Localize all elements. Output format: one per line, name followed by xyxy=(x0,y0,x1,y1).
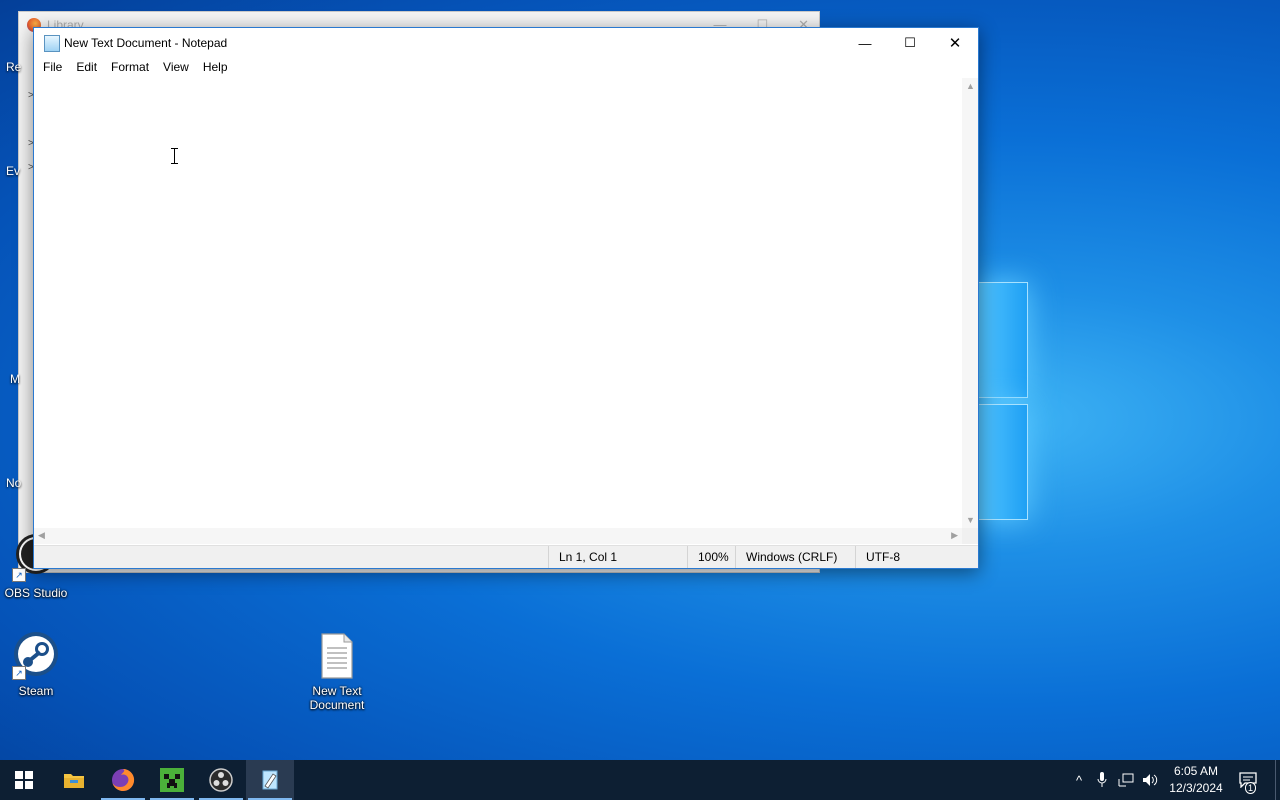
scroll-left-arrow-icon[interactable]: ◀ xyxy=(38,530,45,541)
text-editor-area[interactable] xyxy=(34,78,962,528)
scrollbar-corner xyxy=(962,528,978,544)
desktop-icon-label-clipped[interactable]: Re xyxy=(6,60,21,74)
show-desktop-button[interactable] xyxy=(1275,760,1280,800)
taskbar-file-explorer[interactable] xyxy=(50,760,98,800)
clock[interactable]: 6:05 AM 12/3/2024 xyxy=(1163,760,1229,800)
window-title: New Text Document - Notepad xyxy=(64,36,228,50)
menu-help[interactable]: Help xyxy=(196,58,235,78)
desktop-icon-new-text-document[interactable]: New Text Document xyxy=(299,632,375,712)
scroll-down-arrow-icon[interactable]: ▼ xyxy=(966,515,975,525)
status-line-ending: Windows (CRLF) xyxy=(735,546,837,568)
desktop-icon-label: OBS Studio xyxy=(4,586,68,600)
scroll-up-arrow-icon[interactable]: ▲ xyxy=(966,81,975,91)
taskbar-notepad[interactable] xyxy=(246,760,294,800)
taskbar-firefox[interactable] xyxy=(99,760,147,800)
desktop-icon-label: Steam xyxy=(18,684,54,698)
action-center-button[interactable]: 1 xyxy=(1232,760,1264,800)
start-icon xyxy=(15,771,33,789)
notepad-titlebar[interactable]: New Text Document - Notepad — ☐ ✕ xyxy=(34,28,978,58)
taskbar-minecraft[interactable] xyxy=(148,760,196,800)
desktop-icon-label-clipped[interactable]: Ev xyxy=(6,164,20,178)
menu-view[interactable]: View xyxy=(156,58,196,78)
notepad-icon xyxy=(262,770,278,790)
menu-edit[interactable]: Edit xyxy=(69,58,104,78)
maximize-button[interactable]: ☐ xyxy=(887,28,933,58)
start-button[interactable] xyxy=(0,760,48,800)
clock-time: 6:05 AM xyxy=(1173,764,1219,778)
desktop-icon-label-clipped[interactable]: M xyxy=(10,372,20,386)
text-file-icon xyxy=(313,632,361,680)
menu-file[interactable]: File xyxy=(36,58,69,78)
notepad-window[interactable]: New Text Document - Notepad — ☐ ✕ File E… xyxy=(33,27,979,569)
status-bar: Ln 1, Col 1 100% Windows (CRLF) UTF-8 xyxy=(34,545,978,568)
shortcut-arrow-icon: ↗ xyxy=(12,666,26,680)
clock-date: 12/3/2024 xyxy=(1169,781,1223,795)
status-cursor-position: Ln 1, Col 1 xyxy=(548,546,617,568)
notepad-icon xyxy=(44,35,60,52)
vertical-scrollbar[interactable]: ▲ ▼ xyxy=(962,78,978,528)
scroll-right-arrow-icon[interactable]: ▶ xyxy=(951,530,958,541)
network-icon[interactable] xyxy=(1115,760,1137,800)
desktop-icon-steam[interactable]: ↗ Steam xyxy=(0,632,74,698)
menu-bar: File Edit Format View Help xyxy=(34,58,978,79)
notification-count-badge: 1 xyxy=(1244,782,1256,794)
obs-icon xyxy=(209,768,233,792)
desktop-icon-label: New Text Document xyxy=(309,684,365,712)
windows-logo-wallpaper xyxy=(978,282,1028,520)
minecraft-icon xyxy=(160,768,184,792)
minimize-button[interactable]: — xyxy=(842,28,888,58)
steam-icon: ↗ xyxy=(12,632,60,680)
taskbar: ^ 6:05 AM 12/3/2024 1 xyxy=(0,760,1280,800)
file-explorer-icon xyxy=(64,774,84,788)
firefox-icon xyxy=(112,768,135,791)
horizontal-scrollbar[interactable]: ◀ ▶ xyxy=(34,528,962,544)
microphone-icon[interactable] xyxy=(1092,760,1112,800)
desktop-icon-label-clipped[interactable]: No xyxy=(6,476,21,490)
menu-format[interactable]: Format xyxy=(104,58,156,78)
shortcut-arrow-icon: ↗ xyxy=(12,568,26,582)
volume-icon[interactable] xyxy=(1139,760,1161,800)
status-encoding: UTF-8 xyxy=(855,546,900,568)
show-hidden-icons-button[interactable]: ^ xyxy=(1068,760,1090,800)
chevron-up-icon: ^ xyxy=(1075,772,1083,788)
taskbar-obs-studio[interactable] xyxy=(197,760,245,800)
status-zoom: 100% xyxy=(687,546,729,568)
text-cursor-icon xyxy=(171,148,178,164)
close-button[interactable]: ✕ xyxy=(932,28,978,58)
